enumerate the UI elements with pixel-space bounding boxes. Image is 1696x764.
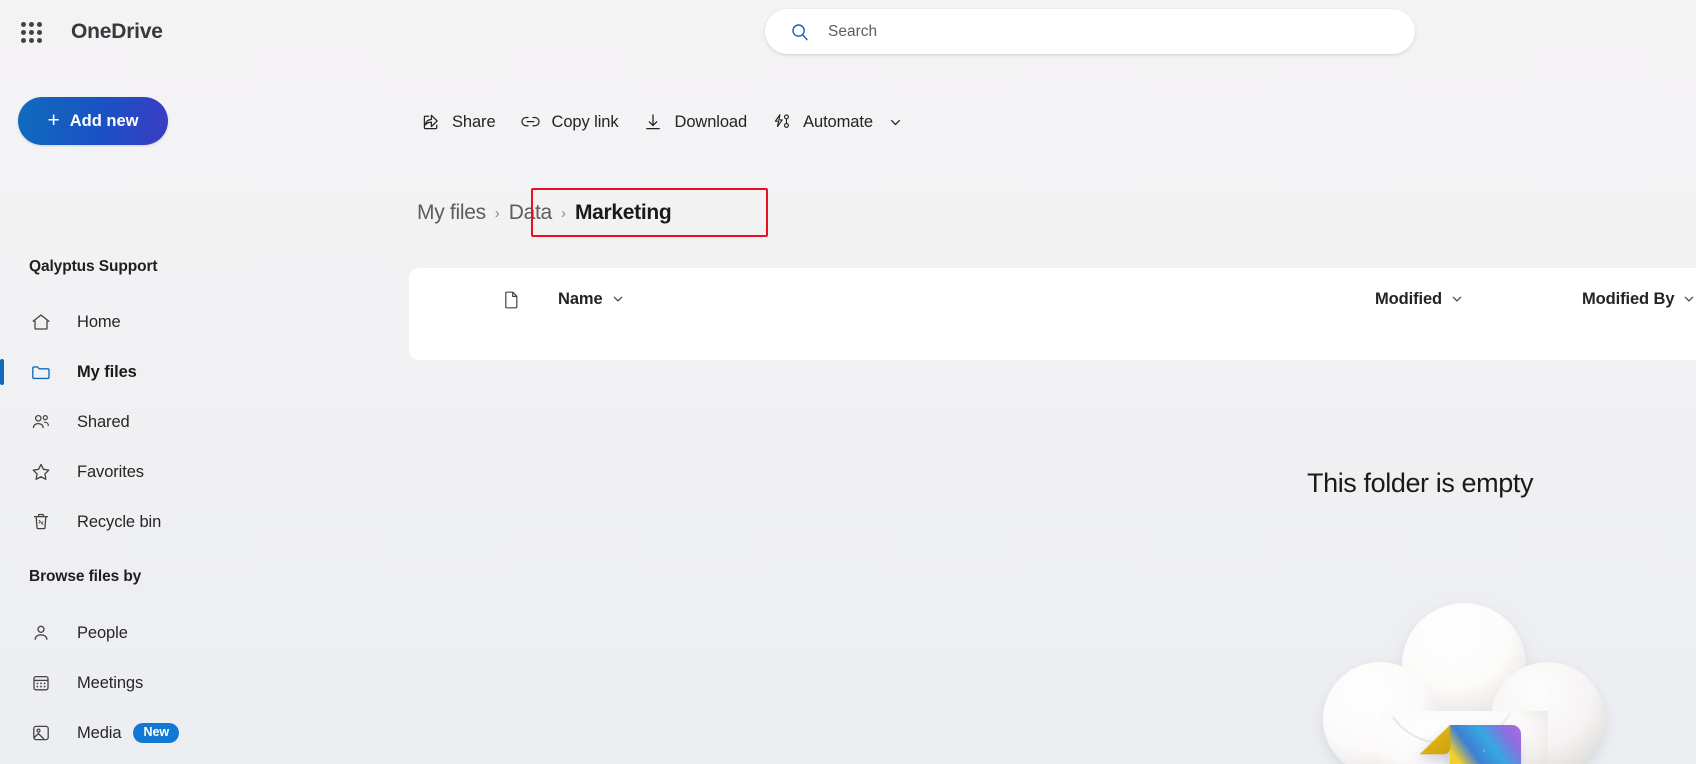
breadcrumb-item-marketing[interactable]: Marketing <box>575 201 672 225</box>
sidebar-item-home[interactable]: Home <box>0 297 330 347</box>
chevron-down-icon <box>611 292 625 306</box>
share-button[interactable]: Share <box>408 102 508 142</box>
sidebar-group-title-browse: Browse files by <box>29 568 142 585</box>
sidebar-item-media[interactable]: Media New <box>0 708 330 758</box>
home-icon <box>29 310 53 334</box>
breadcrumb-separator-icon: › <box>494 204 500 222</box>
sidebar-main-nav: Home My files Shared Favorites Recycle b… <box>0 297 330 547</box>
link-icon <box>520 112 541 133</box>
sidebar-item-recycle-bin[interactable]: Recycle bin <box>0 497 330 547</box>
breadcrumb-item-data[interactable]: Data <box>509 201 552 225</box>
trash-icon <box>29 510 53 534</box>
sidebar-item-label: Meetings <box>77 673 144 692</box>
file-list-header-row: Name Modified Modified By <box>409 268 1696 330</box>
sidebar-item-people[interactable]: People <box>0 608 330 658</box>
file-icon[interactable] <box>499 287 523 311</box>
copy-link-label: Copy link <box>551 112 619 131</box>
sidebar-item-label: My files <box>77 362 137 381</box>
people-icon <box>29 410 53 434</box>
search-icon <box>789 21 811 43</box>
add-new-button[interactable]: + Add new <box>18 97 168 145</box>
download-icon <box>643 112 664 133</box>
sidebar: + Add new Qalyptus Support Home My files… <box>0 64 400 764</box>
sidebar-browse-nav: People Meetings Media New <box>0 608 330 758</box>
calendar-icon <box>29 671 53 695</box>
command-bar: Share Copy link Download Automate <box>408 98 915 146</box>
sidebar-item-shared[interactable]: Shared <box>0 397 330 447</box>
plus-icon: + <box>47 108 60 132</box>
chevron-down-icon <box>1682 292 1696 306</box>
download-label: Download <box>674 112 748 131</box>
column-header-name[interactable]: Name <box>552 279 631 319</box>
star-icon <box>29 460 53 484</box>
automate-button[interactable]: Automate <box>759 102 915 142</box>
brand-title: OneDrive <box>71 20 163 43</box>
sidebar-group-title-account: Qalyptus Support <box>29 258 158 275</box>
search-input[interactable] <box>828 22 1348 41</box>
sidebar-item-my-files[interactable]: My files <box>0 347 330 397</box>
waffle-dots <box>20 21 42 43</box>
breadcrumb-separator-icon: › <box>560 204 566 222</box>
chevron-down-icon <box>888 115 903 130</box>
sidebar-item-label: Media <box>77 723 122 742</box>
search-bar[interactable] <box>765 9 1415 54</box>
sidebar-item-meetings[interactable]: Meetings <box>0 658 330 708</box>
download-button[interactable]: Download <box>631 102 760 142</box>
empty-folder-cloud-illustration <box>1298 595 1628 764</box>
folder-icon <box>29 360 53 384</box>
selection-indicator <box>0 359 4 385</box>
file-list-panel: Name Modified Modified By <box>409 268 1696 360</box>
chevron-down-icon <box>1450 292 1464 306</box>
empty-state-message: This folder is empty <box>1307 468 1534 498</box>
automate-label: Automate <box>803 112 873 131</box>
sidebar-item-label: Favorites <box>77 462 144 481</box>
sidebar-item-label: People <box>77 623 128 642</box>
status-badge-new: New <box>133 723 180 743</box>
column-header-label: Name <box>558 289 603 308</box>
sidebar-item-label: Shared <box>77 412 130 431</box>
search-box[interactable] <box>765 9 1415 54</box>
app-launcher-waffle-icon[interactable] <box>11 12 51 52</box>
share-icon <box>420 112 441 133</box>
column-header-modified[interactable]: Modified <box>1369 279 1470 319</box>
sidebar-item-label: Recycle bin <box>77 512 162 531</box>
breadcrumb-item-my-files[interactable]: My files <box>417 201 486 225</box>
sidebar-item-favorites[interactable]: Favorites <box>0 447 330 497</box>
person-icon <box>29 621 53 645</box>
column-header-label: Modified By <box>1582 289 1675 308</box>
column-header-modified-by[interactable]: Modified By <box>1576 279 1696 319</box>
onedrive-app-window: OneDrive + Add new Qalyptus Support <box>0 0 1696 764</box>
add-new-label: Add new <box>69 111 139 130</box>
sidebar-item-label: Home <box>77 312 121 331</box>
breadcrumb: My files › Data › Marketing <box>417 193 672 233</box>
column-header-label: Modified <box>1375 289 1443 308</box>
share-label: Share <box>452 112 496 131</box>
automate-icon <box>771 112 792 133</box>
image-icon <box>29 721 53 745</box>
copy-link-button[interactable]: Copy link <box>508 102 631 142</box>
